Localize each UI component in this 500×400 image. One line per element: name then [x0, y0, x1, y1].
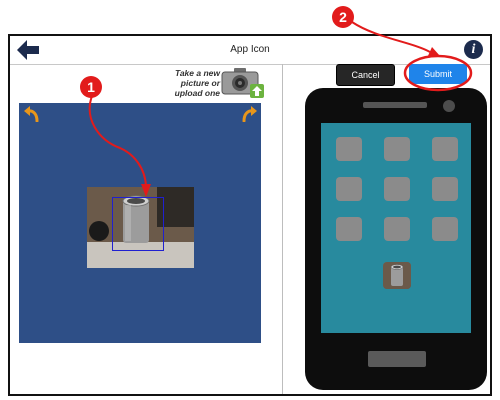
annotation-marker-2: 2	[332, 6, 354, 28]
upload-prompt[interactable]: Take a new picture or upload one	[160, 68, 220, 98]
rotate-right-icon[interactable]	[240, 106, 258, 122]
annotation-marker-1: 1	[80, 76, 102, 98]
phone-speaker	[363, 102, 427, 108]
info-icon[interactable]: i	[464, 40, 483, 59]
app-tile	[384, 217, 410, 241]
app-tile	[432, 217, 458, 241]
rotate-left-icon[interactable]	[23, 106, 41, 122]
page-title: App Icon	[230, 44, 270, 55]
crop-selection-box[interactable]	[112, 197, 164, 251]
header-bar: App Icon i	[10, 36, 490, 65]
app-tile	[384, 137, 410, 161]
app-tile	[432, 137, 458, 161]
submit-button[interactable]: Submit	[409, 64, 467, 84]
phone-camera	[443, 100, 455, 112]
app-tile	[336, 217, 362, 241]
app-tile	[336, 137, 362, 161]
app-icon-preview	[383, 262, 411, 289]
app-tile	[432, 177, 458, 201]
camera-icon[interactable]	[220, 66, 266, 100]
app-tile	[384, 177, 410, 201]
phone-home-button	[368, 351, 426, 367]
app-tile	[336, 177, 362, 201]
cancel-button[interactable]: Cancel	[336, 64, 395, 86]
panel-divider	[282, 64, 283, 394]
